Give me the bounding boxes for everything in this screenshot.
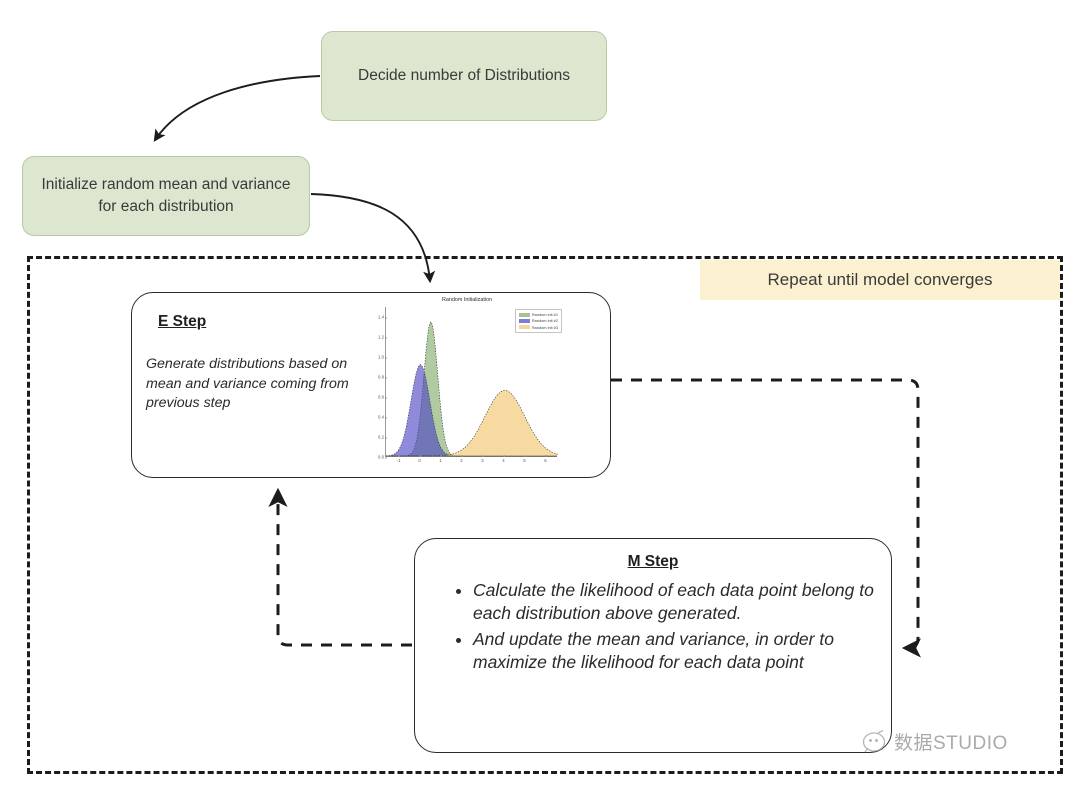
- node-decide-number-of-distributions[interactable]: Decide number of Distributions: [321, 31, 607, 121]
- repeat-until-converges-banner: Repeat until model converges: [700, 260, 1060, 300]
- m-step-bullet: And update the mean and variance, in ord…: [473, 628, 897, 675]
- repeat-banner-label: Repeat until model converges: [767, 270, 993, 289]
- chart-legend-label: Random init #3: [531, 324, 558, 330]
- chart-y-tick: 0.6: [378, 394, 387, 400]
- node-initialize-random-mean-variance[interactable]: Initialize random mean and variance for …: [22, 156, 310, 236]
- chart-x-tick: 6: [544, 455, 547, 463]
- chart-x-tick: 3: [481, 455, 484, 463]
- chart-y-tick: 0.2: [378, 434, 387, 440]
- chart-x-tick: 1: [439, 455, 442, 463]
- chart-title: Random Initialization: [441, 297, 493, 303]
- chart-y-tick: 0.4: [378, 414, 387, 420]
- watermark: 数据STUDIO: [862, 728, 1008, 755]
- e-step-body: Generate distributions based on mean and…: [146, 356, 349, 412]
- m-step-bullet-list: Calculate the likelihood of each data po…: [453, 579, 897, 676]
- node-m-step[interactable]: M Step Calculate the likelihood of each …: [414, 538, 892, 753]
- chart-x-tick: 5: [523, 455, 526, 463]
- node-decide-label: Decide number of Distributions: [358, 66, 570, 84]
- chart-legend-swatch: [518, 312, 530, 317]
- chart-y-tick: 1.2: [378, 334, 387, 340]
- chart-legend-item: Random init #1: [518, 312, 558, 317]
- chart-legend: Random init #1 Random init #2 Random init …: [514, 309, 562, 333]
- chart-legend-item: Random init #3: [518, 324, 558, 330]
- chart-y-tick: 0.0: [378, 454, 387, 460]
- node-initialize-label: Initialize random mean and variance for …: [41, 175, 291, 215]
- chart-legend-item: Random init #2: [518, 318, 558, 324]
- chart-legend-label: Random init #2: [531, 318, 558, 324]
- node-e-step[interactable]: E Step Generate distributions based on m…: [131, 292, 611, 478]
- chart-x-tick: -1: [396, 455, 401, 463]
- chart-x-tick: 4: [502, 455, 505, 463]
- diagram-canvas: Repeat until model converges Decide numb…: [0, 0, 1080, 795]
- chart-legend-swatch: [518, 318, 530, 323]
- edge-decide-to-initialize: [153, 75, 321, 142]
- chart-legend-label: Random init #1: [531, 312, 558, 317]
- chart-y-tick: 1.0: [378, 354, 387, 360]
- chart-y-tick: 1.4: [378, 314, 387, 320]
- random-initialization-chart: Random Initialization 0.0 0.2 0.4 0.6 0.8 1.0…: [369, 295, 565, 477]
- m-step-bullet: Calculate the likelihood of each data po…: [473, 579, 897, 626]
- e-step-title: E Step: [158, 313, 207, 330]
- chart-y-tick: 0.8: [378, 374, 387, 380]
- chart-x-tick: 2: [460, 455, 463, 463]
- chart-legend-swatch: [518, 325, 530, 330]
- watermark-text: 数据STUDIO: [894, 733, 1008, 754]
- m-step-title: M Step: [627, 553, 679, 570]
- wechat-ghost-icon: [862, 729, 886, 752]
- chart-x-tick: 0: [418, 455, 421, 463]
